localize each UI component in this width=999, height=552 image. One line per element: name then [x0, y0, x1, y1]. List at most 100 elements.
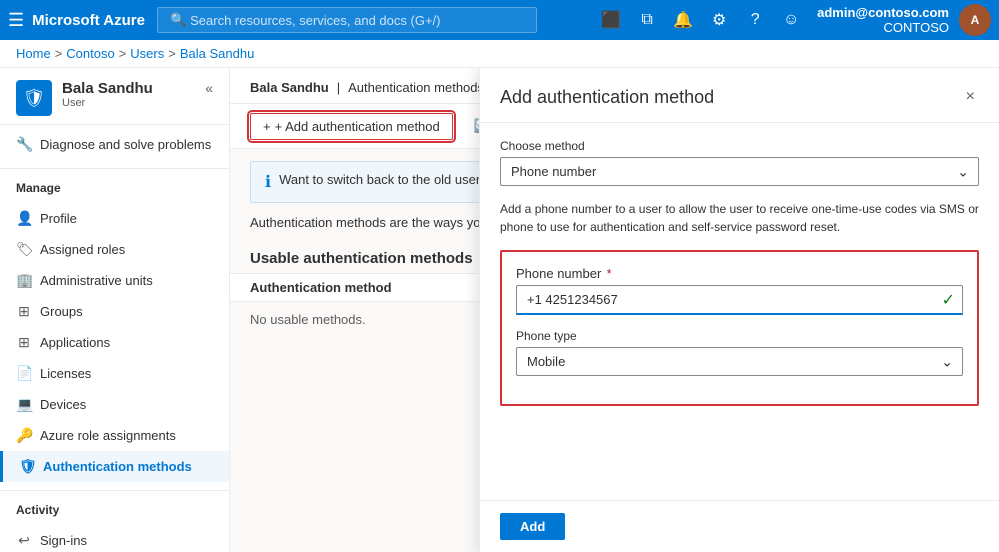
- help-icon[interactable]: ?: [739, 4, 771, 36]
- licenses-label: Licenses: [40, 366, 91, 381]
- sidebar-user-name: Bala Sandhu: [62, 80, 153, 97]
- sidebar-item-diagnose[interactable]: 🔧 Diagnose and solve problems: [0, 129, 229, 160]
- manage-label: Manage: [0, 173, 229, 199]
- sidebar-item-devices[interactable]: 💻 Devices: [0, 389, 229, 420]
- sidebar-manage-section: 👤 Profile 🏷 Assigned roles 🏢 Administrat…: [0, 199, 229, 486]
- portal-settings-icon[interactable]: ⧉: [631, 4, 663, 36]
- top-navigation: ☰ Microsoft Azure 🔍 Search resources, se…: [0, 0, 999, 40]
- add-confirm-button[interactable]: Add: [500, 513, 565, 540]
- sidebar-divider-2: [0, 490, 229, 491]
- phone-input-wrapper: ✓: [516, 285, 963, 315]
- phone-type-label: Phone type: [516, 329, 963, 343]
- groups-icon: ⊞: [16, 303, 32, 320]
- licenses-icon: 📄: [16, 365, 32, 382]
- sidebar-item-applications[interactable]: ⊞ Applications: [0, 327, 229, 358]
- add-icon: +: [263, 119, 271, 134]
- feedback-icon[interactable]: ☺: [775, 4, 807, 36]
- choose-method-group: Choose method Phone number: [500, 139, 979, 186]
- roles-icon: 🏷: [16, 241, 32, 258]
- notifications-icon[interactable]: 🔔: [667, 4, 699, 36]
- auth-method-column-header: Authentication method: [250, 280, 392, 295]
- diagnose-label: Diagnose and solve problems: [40, 137, 211, 152]
- choose-method-wrapper: Phone number: [500, 157, 979, 186]
- sidebar-item-sign-ins[interactable]: ↩ Sign-ins: [0, 525, 229, 552]
- content-area: Bala Sandhu | Authentication methods + +…: [230, 68, 999, 552]
- breadcrumb: Home > Contoso > Users > Bala Sandhu: [0, 40, 999, 68]
- sign-ins-label: Sign-ins: [40, 533, 87, 548]
- sidebar-item-profile[interactable]: 👤 Profile: [0, 203, 229, 234]
- auth-methods-icon: 🛡: [19, 458, 35, 475]
- panel-header: Add authentication method ×: [480, 68, 999, 123]
- nav-icons: ⬛ ⧉ 🔔 ⚙ ? ☺ admin@contoso.com CONTOSO A: [595, 4, 991, 36]
- add-authentication-method-button[interactable]: + + Add authentication method: [250, 113, 453, 140]
- sidebar: 🛡 Bala Sandhu User « 🔧 Diagnose and solv…: [0, 68, 230, 552]
- applications-icon: ⊞: [16, 334, 32, 351]
- profile-icon: 👤: [16, 210, 32, 227]
- settings-icon[interactable]: ⚙: [703, 4, 735, 36]
- sidebar-collapse-icon[interactable]: «: [205, 80, 213, 96]
- sidebar-divider-1: [0, 168, 229, 169]
- search-icon: 🔍: [170, 12, 186, 28]
- phone-type-group: Phone type Mobile: [516, 329, 963, 376]
- cloud-shell-icon[interactable]: ⬛: [595, 4, 627, 36]
- user-email: admin@contoso.com: [817, 5, 949, 20]
- page-title-section: Authentication methods: [348, 80, 484, 95]
- panel-title: Add authentication method: [500, 87, 714, 108]
- sidebar-header: 🛡 Bala Sandhu User «: [0, 68, 229, 125]
- info-icon: ℹ: [265, 172, 271, 192]
- sign-ins-icon: ↩: [16, 532, 32, 549]
- main-layout: 🛡 Bala Sandhu User « 🔧 Diagnose and solv…: [0, 68, 999, 552]
- user-shield-icon: 🛡: [16, 80, 52, 116]
- panel-footer: Add: [480, 500, 999, 552]
- checkmark-icon: ✓: [942, 290, 955, 310]
- admin-units-icon: 🏢: [16, 272, 32, 289]
- phone-number-input[interactable]: [516, 285, 963, 315]
- activity-label: Activity: [0, 495, 229, 521]
- sidebar-item-admin-units[interactable]: 🏢 Administrative units: [0, 265, 229, 296]
- panel-close-button[interactable]: ×: [962, 84, 979, 110]
- add-auth-method-panel: Add authentication method × Choose metho…: [479, 68, 999, 552]
- phone-type-select[interactable]: Mobile: [516, 347, 963, 376]
- auth-methods-label: Authentication methods: [43, 459, 192, 474]
- avatar[interactable]: A: [959, 4, 991, 36]
- admin-units-label: Administrative units: [40, 273, 153, 288]
- user-tenant: CONTOSO: [817, 20, 949, 35]
- sidebar-item-assigned-roles[interactable]: 🏷 Assigned roles: [0, 234, 229, 265]
- breadcrumb-home[interactable]: Home: [16, 46, 51, 61]
- sidebar-header-text: Bala Sandhu User: [62, 80, 153, 109]
- phone-type-wrapper: Mobile: [516, 347, 963, 376]
- empty-message: No usable methods.: [250, 312, 366, 327]
- add-label: + Add authentication method: [275, 119, 440, 134]
- groups-label: Groups: [40, 304, 83, 319]
- sidebar-user-role: User: [62, 97, 153, 109]
- sidebar-section-diagnose: 🔧 Diagnose and solve problems: [0, 125, 229, 164]
- page-title-user: Bala Sandhu: [250, 80, 329, 95]
- panel-body: Choose method Phone number Add a phone n…: [480, 123, 999, 500]
- devices-icon: 💻: [16, 396, 32, 413]
- sidebar-activity-section: ↩ Sign-ins 📋 Audit logs: [0, 521, 229, 552]
- search-bar[interactable]: 🔍 Search resources, services, and docs (…: [157, 7, 537, 33]
- hamburger-menu[interactable]: ☰: [8, 10, 24, 31]
- applications-label: Applications: [40, 335, 110, 350]
- description-text: Add a phone number to a user to allow th…: [500, 200, 979, 236]
- required-marker: *: [607, 266, 612, 281]
- phone-number-label: Phone number *: [516, 266, 963, 281]
- profile-label: Profile: [40, 211, 77, 226]
- assigned-roles-label: Assigned roles: [40, 242, 125, 257]
- sidebar-item-azure-roles[interactable]: 🔑 Azure role assignments: [0, 420, 229, 451]
- user-info[interactable]: admin@contoso.com CONTOSO: [817, 5, 949, 35]
- choose-method-select[interactable]: Phone number: [500, 157, 979, 186]
- form-box: Phone number * ✓ Phone type Mobile: [500, 250, 979, 406]
- azure-roles-label: Azure role assignments: [40, 428, 176, 443]
- azure-logo: Microsoft Azure: [32, 12, 145, 29]
- wrench-icon: 🔧: [16, 136, 32, 153]
- breadcrumb-users[interactable]: Users: [130, 46, 164, 61]
- azure-roles-icon: 🔑: [16, 427, 32, 444]
- breadcrumb-user[interactable]: Bala Sandhu: [180, 46, 254, 61]
- sidebar-item-groups[interactable]: ⊞ Groups: [0, 296, 229, 327]
- search-placeholder: Search resources, services, and docs (G+…: [190, 13, 440, 28]
- sidebar-item-auth-methods[interactable]: 🛡 Authentication methods: [0, 451, 229, 482]
- sidebar-item-licenses[interactable]: 📄 Licenses: [0, 358, 229, 389]
- breadcrumb-contoso[interactable]: Contoso: [66, 46, 114, 61]
- choose-method-label: Choose method: [500, 139, 979, 153]
